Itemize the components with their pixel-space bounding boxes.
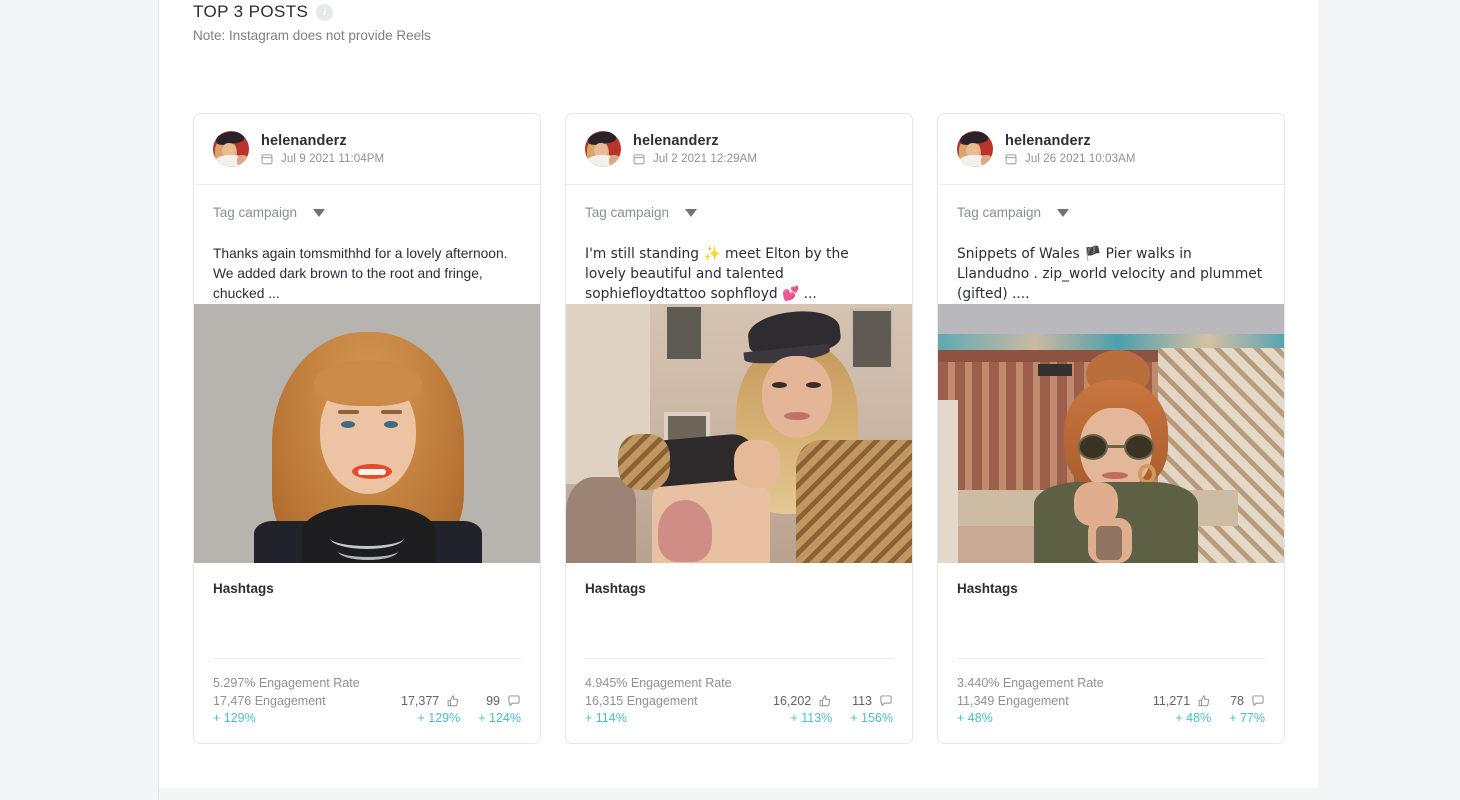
post-header: helenanderz Jul 9 2021 11:04PM [194, 114, 540, 185]
likes-value: 17,377 [401, 694, 440, 708]
comments-value: 99 [486, 694, 500, 708]
hashtags-list [585, 596, 893, 658]
post-stats: 4.945% Engagement Rate 16,315 Engagement… [566, 659, 912, 743]
comment-bubble-icon [1252, 695, 1264, 707]
post-date-row: Jul 9 2021 11:04PM [261, 153, 384, 165]
engagement-rate: 3.440% Engagement Rate [957, 676, 1104, 690]
post-image[interactable] [938, 304, 1284, 563]
post-header-text: helenanderz Jul 9 2021 11:04PM [261, 133, 384, 165]
avatar[interactable] [213, 131, 249, 167]
post-caption: I'm still standing ✨ meet Elton by the l… [585, 246, 849, 302]
hashtags-area: Hashtags [566, 563, 912, 658]
posts-grid: helenanderz Jul 9 2021 11:04PM Tag campa… [193, 113, 1285, 744]
post-date-row: Jul 26 2021 10:03AM [1005, 153, 1136, 165]
post-header-text: helenanderz Jul 2 2021 12:29AM [633, 133, 757, 165]
left-rail [0, 0, 158, 800]
hashtags-area: Hashtags [194, 563, 540, 658]
hashtags-label: Hashtags [585, 581, 646, 596]
chevron-down-icon [313, 208, 326, 217]
thumbs-up-icon [1198, 695, 1210, 707]
avatar[interactable] [957, 131, 993, 167]
hashtags-area: Hashtags [938, 563, 1284, 658]
post-header: helenanderz Jul 2 2021 12:29AM [566, 114, 912, 185]
engagement-delta: + 48% [957, 711, 993, 725]
comment-bubble-icon [880, 695, 892, 707]
likes-delta: + 48% [1175, 711, 1212, 725]
tag-campaign-area: Tag campaign [566, 185, 912, 222]
post-image[interactable] [566, 304, 912, 563]
tag-campaign-label: Tag campaign [585, 205, 670, 220]
comments-metric: 78 + 77% [1229, 694, 1265, 725]
tag-campaign-dropdown[interactable]: Tag campaign [213, 205, 326, 220]
post-caption: Thanks again tomsmithhd for a lovely aft… [213, 246, 508, 301]
title-row: TOP 3 POSTS i [193, 2, 431, 22]
tag-campaign-dropdown[interactable]: Tag campaign [585, 205, 698, 220]
post-username[interactable]: helenanderz [633, 133, 757, 149]
post-caption: Snippets of Wales 🏴 Pier walks in Llandu… [957, 246, 1263, 302]
engagement-delta: + 129% [213, 711, 256, 725]
calendar-icon [261, 154, 273, 165]
comments-delta: + 77% [1229, 711, 1265, 725]
post-date: Jul 26 2021 10:03AM [1025, 153, 1136, 165]
comments-delta: + 124% [478, 711, 521, 725]
post-date: Jul 9 2021 11:04PM [281, 153, 385, 165]
hashtags-label: Hashtags [213, 581, 274, 596]
engagement-total: 17,476 Engagement [213, 694, 326, 708]
engagement-rate: 5.297% Engagement Rate [213, 676, 360, 690]
content-panel: TOP 3 POSTS i Note: Instagram does not p… [159, 0, 1318, 788]
post-stats: 3.440% Engagement Rate 11,349 Engagement… [938, 659, 1284, 743]
post-stats: 5.297% Engagement Rate 17,476 Engagement… [194, 659, 540, 743]
tag-campaign-area: Tag campaign [194, 185, 540, 222]
comment-bubble-icon [508, 695, 520, 707]
post-card[interactable]: helenanderz Jul 9 2021 11:04PM Tag campa… [193, 113, 541, 744]
page-title: TOP 3 POSTS [193, 2, 309, 21]
avatar[interactable] [585, 131, 621, 167]
comments-value: 113 [852, 694, 872, 708]
chevron-down-icon [685, 208, 698, 217]
hashtags-label: Hashtags [957, 581, 1018, 596]
engagement-delta: + 114% [585, 711, 627, 725]
page-root: TOP 3 POSTS i Note: Instagram does not p… [0, 0, 1460, 800]
section-note: Note: Instagram does not provide Reels [193, 28, 431, 43]
tag-campaign-dropdown[interactable]: Tag campaign [957, 205, 1070, 220]
engagement-total: 11,349 Engagement [957, 694, 1069, 708]
info-icon[interactable]: i [316, 3, 334, 21]
likes-value: 11,271 [1152, 694, 1191, 708]
engagement-total: 16,315 Engagement [585, 694, 698, 708]
tag-campaign-area: Tag campaign [938, 185, 1284, 222]
section-header: TOP 3 POSTS i Note: Instagram does not p… [193, 2, 431, 43]
post-username[interactable]: helenanderz [261, 133, 384, 149]
tag-campaign-label: Tag campaign [213, 205, 298, 220]
post-username[interactable]: helenanderz [1005, 133, 1136, 149]
hashtags-list [957, 596, 1265, 658]
tag-campaign-label: Tag campaign [957, 205, 1042, 220]
comments-value: 78 [1230, 694, 1244, 708]
likes-delta: + 113% [790, 711, 833, 725]
comments-metric: 113 + 156% [850, 694, 893, 725]
comments-delta: + 156% [850, 711, 893, 725]
thumbs-up-icon [819, 695, 831, 707]
post-header: helenanderz Jul 26 2021 10:03AM [938, 114, 1284, 185]
post-card[interactable]: helenanderz Jul 26 2021 10:03AM Tag camp… [937, 113, 1285, 744]
engagement-rate: 4.945% Engagement Rate [585, 676, 732, 690]
likes-metric: 17,377 + 129% [401, 694, 460, 725]
post-date: Jul 2 2021 12:29AM [653, 153, 758, 165]
thumbs-up-icon [447, 695, 459, 707]
likes-delta: + 129% [417, 711, 461, 725]
hashtags-list [213, 596, 521, 658]
post-date-row: Jul 2 2021 12:29AM [633, 153, 757, 165]
post-card[interactable]: helenanderz Jul 2 2021 12:29AM Tag campa… [565, 113, 913, 744]
likes-metric: 11,271 + 48% [1153, 694, 1211, 725]
comments-metric: 99 + 124% [478, 694, 521, 725]
likes-metric: 16,202 + 113% [773, 694, 832, 725]
post-header-text: helenanderz Jul 26 2021 10:03AM [1005, 133, 1136, 165]
likes-value: 16,202 [773, 694, 812, 708]
post-image[interactable] [194, 304, 540, 563]
chevron-down-icon [1057, 208, 1070, 217]
calendar-icon [633, 154, 645, 165]
calendar-icon [1005, 154, 1017, 165]
